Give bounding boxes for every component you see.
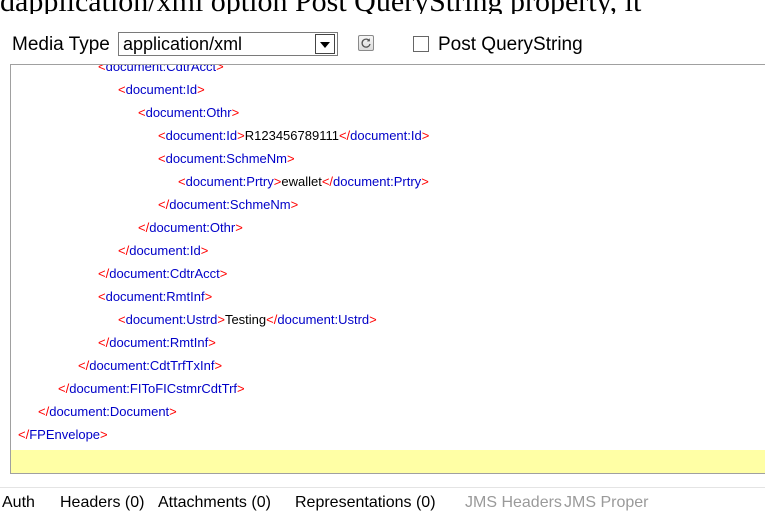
tag-bracket: > <box>290 197 299 212</box>
xml-tag-name: document:Id <box>129 243 201 258</box>
tag-bracket: > <box>214 358 223 373</box>
tab-representations[interactable]: Representations (0) <box>295 494 436 512</box>
tab-attachments[interactable]: Attachments (0) <box>158 494 271 512</box>
xml-line[interactable]: <document:Ustrd>Testing</document:Ustrd> <box>11 308 765 331</box>
tag-bracket: < <box>118 82 126 97</box>
divider <box>0 487 765 488</box>
xml-line[interactable]: <document:SchmeNm> <box>11 147 765 170</box>
xml-code[interactable]: <document:CdtrAcct> <document:Id> <documen… <box>11 64 765 469</box>
tag-bracket: </ <box>18 427 30 442</box>
tag-bracket: > <box>231 105 240 120</box>
tag-bracket: < <box>158 151 166 166</box>
tag-bracket: </ <box>38 404 50 419</box>
tag-bracket: > <box>421 174 429 189</box>
tag-bracket: </ <box>118 243 130 258</box>
xml-tag-name: document:CdtrAcct <box>105 64 217 74</box>
xml-tag-name: document:Prtry <box>185 174 274 189</box>
xml-tag-name: document:FIToFICstmrCdtTrf <box>69 381 238 396</box>
tag-bracket: </ <box>98 335 110 350</box>
media-type-value: application/xml <box>123 34 243 54</box>
xml-line[interactable]: </FPEnvelope> <box>11 423 765 446</box>
tag-bracket: </ <box>78 358 90 373</box>
xml-tag-name: document:RmtInf <box>105 289 205 304</box>
tab-jms-proper: JMS Proper <box>564 494 649 511</box>
tag-bracket: > <box>369 312 377 327</box>
xml-tag-name: document:SchmeNm <box>169 197 291 212</box>
tag-bracket: < <box>178 174 186 189</box>
tag-bracket: > <box>235 220 243 235</box>
tag-bracket: </ <box>266 312 278 327</box>
media-type-select[interactable]: application/xml <box>118 32 338 56</box>
tab-jms-headers: JMS Headers <box>465 494 562 511</box>
media-type-label: Media Type <box>12 34 110 55</box>
tag-bracket: < <box>158 128 166 143</box>
tab-auth[interactable]: Auth <box>2 494 35 512</box>
tag-bracket: > <box>421 128 430 143</box>
xml-line[interactable]: <document:Id>R123456789111</document:Id> <box>11 124 765 147</box>
xml-tag-name: document:Prtry <box>333 174 422 189</box>
xml-line[interactable]: </document:CdtTrfTxInf> <box>11 354 765 377</box>
xml-tag-name: FPEnvelope <box>29 427 101 442</box>
xml-line[interactable]: <document:Othr> <box>11 101 765 124</box>
xml-tag-name: document:Ustrd <box>125 312 218 327</box>
tag-bracket: > <box>237 128 245 143</box>
xml-tag-name: document:SchmeNm <box>165 151 287 166</box>
xml-text-value: Testing <box>224 312 267 327</box>
xml-tag-name: document:Othr <box>145 105 232 120</box>
xml-line[interactable]: </document:Document> <box>11 400 765 423</box>
xml-tag-name: document:Id <box>350 128 422 143</box>
tag-bracket: > <box>217 312 225 327</box>
xml-line[interactable]: <document:Prtry>ewallet</document:Prtry> <box>11 170 765 193</box>
tag-bracket: </ <box>58 381 70 396</box>
tag-bracket: > <box>216 64 224 74</box>
xml-tag-name: document:Document <box>49 404 170 419</box>
tag-bracket: </ <box>138 220 150 235</box>
tag-bracket: > <box>197 82 205 97</box>
tag-bracket: > <box>208 335 216 350</box>
xml-line[interactable]: </document:RmtInf> <box>11 331 765 354</box>
dropdown-arrow-icon[interactable] <box>315 34 335 54</box>
xml-line[interactable]: </document:CdtrAcct> <box>11 262 765 285</box>
tag-bracket: </ <box>321 174 334 189</box>
tag-bracket: < <box>98 289 106 304</box>
tag-bracket: < <box>98 64 106 74</box>
xml-text-value: R123456789111 <box>244 128 339 143</box>
xml-line[interactable]: </document:Id> <box>11 239 765 262</box>
xml-tag-name: document:Othr <box>149 220 236 235</box>
top-text-fragment: dapplication/xml option Post QueryString… <box>0 0 765 14</box>
tab-headers[interactable]: Headers (0) <box>60 494 144 512</box>
tag-bracket: > <box>237 381 245 396</box>
xml-line[interactable] <box>11 446 765 469</box>
xml-tag-name: document:Ustrd <box>277 312 370 327</box>
tag-bracket: </ <box>338 128 351 143</box>
xml-line[interactable]: </document:FIToFICstmrCdtTrf> <box>11 377 765 400</box>
xml-tag-name: document:Id <box>125 82 198 97</box>
post-querystring-label: Post QueryString <box>438 34 583 55</box>
tag-bracket: </ <box>98 266 110 281</box>
tag-bracket: < <box>118 312 126 327</box>
xml-tag-name: document:RmtInf <box>109 335 209 350</box>
tag-bracket: > <box>100 427 108 442</box>
tag-bracket: </ <box>158 197 170 212</box>
tag-bracket: > <box>169 404 177 419</box>
xml-text-value: ewallet <box>281 174 322 189</box>
tag-bracket: > <box>219 266 228 281</box>
tag-bracket: > <box>286 151 295 166</box>
post-querystring-checkbox[interactable] <box>413 36 429 52</box>
xml-line[interactable]: <document:CdtrAcct> <box>11 64 765 78</box>
xml-tag-name: document:CdtTrfTxInf <box>89 358 215 373</box>
tag-bracket: < <box>138 105 146 120</box>
request-toolbar: Media Type application/xml Post QueryStr… <box>0 24 765 64</box>
xml-line[interactable]: <document:RmtInf> <box>11 285 765 308</box>
request-tabs: Auth Headers (0) Attachments (0) Representa… <box>0 490 765 520</box>
xml-tag-name: document:Id <box>165 128 238 143</box>
xml-editor[interactable]: <document:CdtrAcct> <document:Id> <documen… <box>10 64 765 474</box>
xml-line[interactable]: <document:Id> <box>11 78 765 101</box>
tag-bracket: > <box>204 289 213 304</box>
xml-tag-name: document:CdtrAcct <box>109 266 220 281</box>
xml-line[interactable]: </document:SchmeNm> <box>11 193 765 216</box>
xml-line[interactable]: </document:Othr> <box>11 216 765 239</box>
refresh-icon[interactable] <box>358 35 374 51</box>
tag-bracket: > <box>200 243 209 258</box>
